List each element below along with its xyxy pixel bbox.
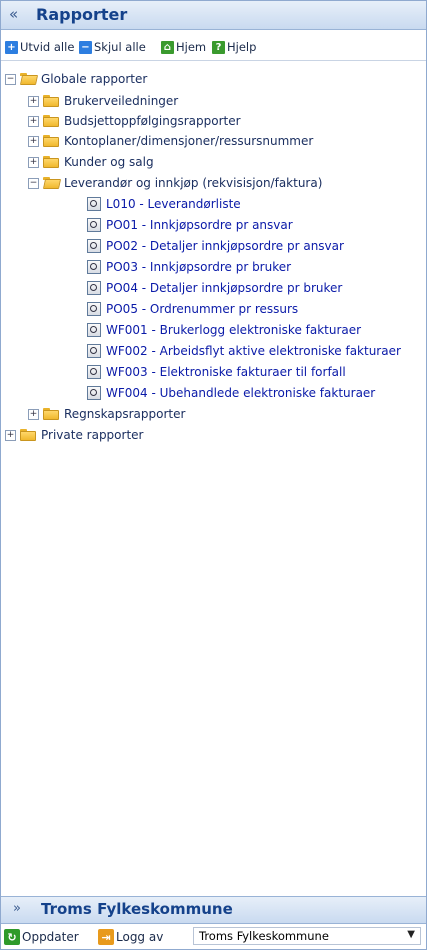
refresh-label: Oppdater xyxy=(22,930,79,944)
organization-select-value: Troms Fylkeskommune xyxy=(199,929,329,943)
tree-node-leverandor[interactable]: − Leverandør og innkjøp (rekvisisjon/fak… xyxy=(28,173,322,193)
home-icon: ⌂ xyxy=(161,40,174,54)
expand-panel-icon[interactable]: » xyxy=(13,901,21,916)
report-icon xyxy=(87,239,101,253)
panel-title: Rapporter xyxy=(36,5,128,24)
tree-node-brukerveiledninger[interactable]: + Brukerveiledninger xyxy=(28,91,178,111)
report-item[interactable]: WF004 - Ubehandlede elektroniske faktura… xyxy=(87,383,375,403)
collapse-panel-icon[interactable]: « xyxy=(9,5,18,23)
report-item[interactable]: PO03 - Innkjøpsordre pr bruker xyxy=(87,257,291,277)
home-button[interactable]: ⌂ Hjem xyxy=(161,38,206,56)
folder-label: Brukerveiledninger xyxy=(64,94,179,108)
logout-icon: ⇥ xyxy=(98,929,114,945)
expand-all-button[interactable]: + Utvid alle xyxy=(5,38,74,56)
folder-label: Budsjettoppfølgingsrapporter xyxy=(64,114,241,128)
collapse-node-icon[interactable]: − xyxy=(5,73,16,85)
folder-label: Kunder og salg xyxy=(64,155,154,169)
report-link[interactable]: PO03 - Innkjøpsordre pr bruker xyxy=(106,260,291,274)
report-icon xyxy=(87,218,101,232)
expand-all-label: Utvid alle xyxy=(20,40,75,54)
report-link[interactable]: WF003 - Elektroniske fakturaer til forfa… xyxy=(106,365,346,379)
minus-icon: − xyxy=(79,40,92,54)
report-link[interactable]: WF002 - Arbeidsflyt aktive elektroniske … xyxy=(106,344,401,358)
help-label: Hjelp xyxy=(227,40,257,54)
report-item[interactable]: L010 - Leverandørliste xyxy=(87,194,241,214)
chevron-down-icon: ▼ xyxy=(407,929,415,940)
reports-panel: « Rapporter + Utvid alle − Skjul alle ⌂ … xyxy=(0,0,427,950)
tree-node-budsjett[interactable]: + Budsjettoppfølgingsrapporter xyxy=(28,111,241,131)
folder-label: Regnskapsrapporter xyxy=(64,407,186,421)
report-link[interactable]: PO01 - Innkjøpsordre pr ansvar xyxy=(106,218,293,232)
collapse-node-icon[interactable]: − xyxy=(28,177,39,189)
folder-label: Globale rapporter xyxy=(41,72,148,86)
plus-icon: + xyxy=(5,40,18,54)
folder-open-icon xyxy=(43,177,59,189)
report-item[interactable]: PO05 - Ordrenummer pr ressurs xyxy=(87,299,298,319)
folder-icon xyxy=(43,135,59,147)
report-item[interactable]: WF002 - Arbeidsflyt aktive elektroniske … xyxy=(87,341,401,361)
report-icon xyxy=(87,365,101,379)
folder-open-icon xyxy=(20,73,36,85)
report-link[interactable]: WF001 - Brukerlogg elektroniske fakturae… xyxy=(106,323,361,337)
collapse-all-label: Skjul alle xyxy=(94,40,146,54)
folder-icon xyxy=(20,429,36,441)
expand-node-icon[interactable]: + xyxy=(5,429,16,441)
expand-node-icon[interactable]: + xyxy=(28,95,39,107)
toolbar: + Utvid alle − Skjul alle ⌂ Hjem ? Hjelp xyxy=(1,30,426,61)
report-icon xyxy=(87,197,101,211)
collapse-all-button[interactable]: − Skjul alle xyxy=(79,38,146,56)
tree-node-regnskap[interactable]: + Regnskapsrapporter xyxy=(28,404,185,424)
report-item[interactable]: PO04 - Detaljer innkjøpsordre pr bruker xyxy=(87,278,342,298)
help-button[interactable]: ? Hjelp xyxy=(212,38,256,56)
report-item[interactable]: PO01 - Innkjøpsordre pr ansvar xyxy=(87,215,293,235)
footer-toolbar: ↻ Oppdater ⇥ Logg av Troms Fylkeskommune… xyxy=(1,924,426,949)
report-icon xyxy=(87,281,101,295)
tree-node-kontoplaner[interactable]: + Kontoplaner/dimensjoner/ressursnummer xyxy=(28,131,313,151)
refresh-icon: ↻ xyxy=(4,929,20,945)
tree-node-global[interactable]: − Globale rapporter xyxy=(5,69,147,89)
panel-header: « Rapporter xyxy=(1,1,426,30)
folder-label: Kontoplaner/dimensjoner/ressursnummer xyxy=(64,134,314,148)
expand-node-icon[interactable]: + xyxy=(28,408,39,420)
expand-node-icon[interactable]: + xyxy=(28,135,39,147)
report-link[interactable]: PO02 - Detaljer innkjøpsordre pr ansvar xyxy=(106,239,344,253)
report-link[interactable]: WF004 - Ubehandlede elektroniske faktura… xyxy=(106,386,375,400)
folder-icon xyxy=(43,115,59,127)
report-icon xyxy=(87,344,101,358)
folder-icon xyxy=(43,95,59,107)
tree-node-private[interactable]: + Private rapporter xyxy=(5,425,143,445)
logout-button[interactable]: ⇥ Logg av xyxy=(98,928,163,946)
report-item[interactable]: WF001 - Brukerlogg elektroniske fakturae… xyxy=(87,320,361,340)
report-item[interactable]: PO02 - Detaljer innkjøpsordre pr ansvar xyxy=(87,236,344,256)
folder-label: Leverandør og innkjøp (rekvisisjon/faktu… xyxy=(64,176,323,190)
help-icon: ? xyxy=(212,40,225,54)
folder-label: Private rapporter xyxy=(41,428,144,442)
report-link[interactable]: PO04 - Detaljer innkjøpsordre pr bruker xyxy=(106,281,342,295)
logout-label: Logg av xyxy=(116,930,164,944)
report-icon xyxy=(87,260,101,274)
organization-select[interactable]: Troms Fylkeskommune ▼ xyxy=(193,927,421,945)
folder-icon xyxy=(43,156,59,168)
folder-icon xyxy=(43,408,59,420)
org-title: Troms Fylkeskommune xyxy=(41,900,233,918)
org-panel-header[interactable]: » Troms Fylkeskommune xyxy=(1,896,426,924)
tree-node-kunder[interactable]: + Kunder og salg xyxy=(28,152,154,172)
report-icon xyxy=(87,386,101,400)
home-label: Hjem xyxy=(176,40,207,54)
report-icon xyxy=(87,323,101,337)
report-link[interactable]: L010 - Leverandørliste xyxy=(106,197,241,211)
report-item[interactable]: WF003 - Elektroniske fakturaer til forfa… xyxy=(87,362,346,382)
report-link[interactable]: PO05 - Ordrenummer pr ressurs xyxy=(106,302,298,316)
report-icon xyxy=(87,302,101,316)
expand-node-icon[interactable]: + xyxy=(28,156,39,168)
refresh-button[interactable]: ↻ Oppdater xyxy=(4,928,79,946)
expand-node-icon[interactable]: + xyxy=(28,115,39,127)
